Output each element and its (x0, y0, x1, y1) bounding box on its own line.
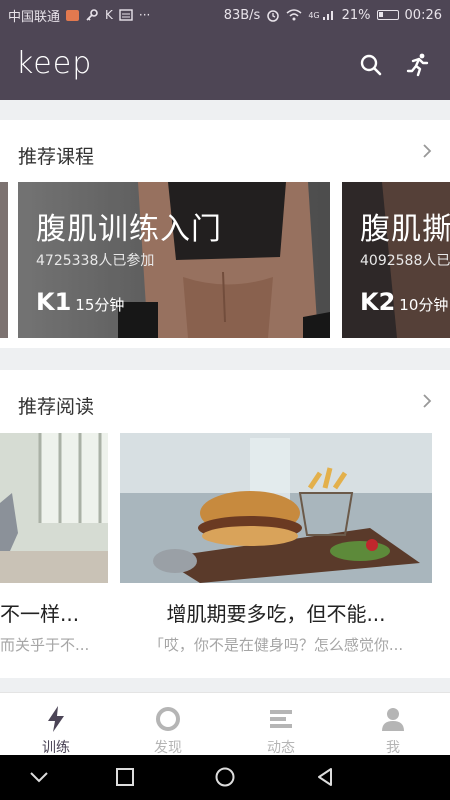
course-title: 腹肌训练入门 (36, 212, 222, 247)
circle-icon (156, 707, 180, 731)
course-duration: 10分钟 (399, 296, 449, 314)
tab-bar: 训练 发现 动态 我 (0, 692, 450, 756)
section-title: 推荐阅读 (18, 396, 95, 418)
recents-icon[interactable] (114, 766, 136, 788)
course-level: K2 10分钟 (360, 288, 448, 316)
search-icon[interactable] (358, 52, 384, 78)
article-title: 增肌期要多吃，但不能... (166, 602, 386, 626)
tab-training[interactable]: 训练 (0, 693, 112, 756)
sim-icon (119, 9, 133, 21)
tab-discover[interactable]: 发现 (112, 693, 224, 756)
more-dots: ··· (138, 8, 151, 22)
chevron-right-icon[interactable] (420, 394, 434, 408)
tab-label: 发现 (154, 740, 182, 756)
tab-me[interactable]: 我 (337, 693, 449, 756)
run-icon[interactable] (405, 52, 431, 78)
key-icon (86, 9, 98, 21)
alarm-icon (267, 10, 280, 22)
k-indicator: K (105, 8, 113, 22)
article-photo (120, 433, 432, 583)
app-bar: keep (0, 30, 450, 100)
chevron-down-icon[interactable] (28, 766, 50, 788)
signal-icon (322, 11, 333, 20)
system-nav-bar (0, 755, 450, 800)
network-speed: 83B/s (223, 7, 261, 23)
feed-icon (270, 710, 292, 728)
course-level-code: K2 (360, 288, 396, 316)
course-title: 腹肌撕 (360, 212, 450, 247)
lightning-icon (48, 706, 64, 732)
back-icon[interactable] (314, 766, 336, 788)
article-subtitle: 「哎，你不是在健身吗？怎么感觉你... (148, 636, 404, 654)
course-level: K1 15分钟 (36, 288, 124, 316)
wifi-icon (286, 9, 302, 21)
keep-logo: keep (16, 46, 93, 81)
home-icon[interactable] (214, 766, 236, 788)
tab-label: 训练 (42, 740, 70, 756)
person-icon (382, 708, 404, 731)
chevron-right-icon[interactable] (420, 144, 434, 158)
network-type: 4G (308, 10, 320, 20)
tab-feed[interactable]: 动态 (225, 693, 337, 756)
article-photo (0, 433, 108, 583)
course-card[interactable]: 腹肌撕 4092588人已 K2 10分钟 (342, 182, 450, 338)
course-card[interactable]: 腹肌训练入门 4725338人已参加 K1 15分钟 (18, 182, 330, 338)
course-participants: 4725338人已参加 (36, 253, 155, 269)
section-title: 推荐课程 (18, 146, 95, 168)
battery-percent: 21% (341, 7, 371, 23)
battery-icon (376, 10, 399, 20)
course-card-partial[interactable] (0, 182, 8, 338)
status-bar: 中国联通 K ··· 83B/s 4G 21% 00:26 (0, 0, 450, 30)
article-card[interactable]: 不一样... 而关乎于不... (0, 433, 108, 673)
course-participants: 4092588人已 (360, 253, 450, 269)
course-level-code: K1 (36, 288, 72, 316)
article-subtitle: 而关乎于不... (0, 636, 90, 654)
clock: 00:26 (404, 7, 442, 23)
tab-label: 我 (386, 740, 400, 756)
article-title: 不一样... (0, 602, 80, 626)
carrier-label: 中国联通 (8, 9, 61, 25)
notification-badge-icon (66, 9, 80, 21)
tab-label: 动态 (267, 740, 295, 756)
course-duration: 15分钟 (75, 296, 125, 314)
article-card[interactable]: 增肌期要多吃，但不能... 「哎，你不是在健身吗？怎么感觉你... (120, 433, 432, 673)
